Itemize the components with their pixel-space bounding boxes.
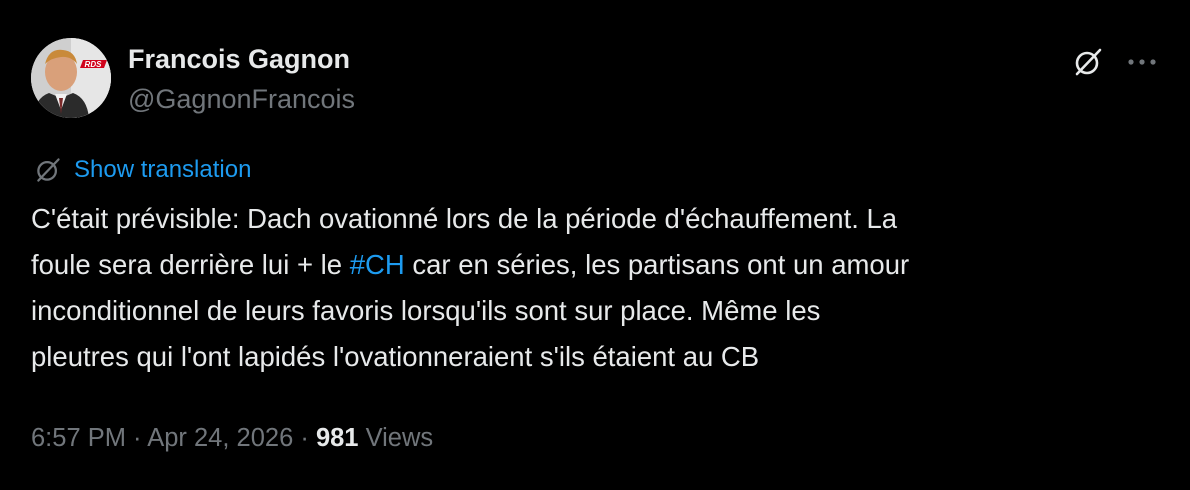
rds-logo: RDS xyxy=(80,60,107,69)
tweet-card: RDS Francois Gagnon @GagnonFrancois Show… xyxy=(0,0,1190,490)
tweet-text-line: inconditionnel de leurs favoris lorsqu'i… xyxy=(31,295,821,326)
tweet-date[interactable]: Apr 24, 2026 xyxy=(147,424,293,452)
avatar-image: RDS xyxy=(31,38,111,118)
meta-separator: · xyxy=(125,424,148,452)
views-count[interactable]: 981 xyxy=(316,424,359,452)
show-translation-label: Show translation xyxy=(74,156,252,183)
more-options-button[interactable] xyxy=(1122,44,1162,80)
svg-text:RDS: RDS xyxy=(85,60,103,69)
tweet-meta: 6:57 PM · Apr 24, 2026 · 981 Views xyxy=(31,420,433,456)
show-translation-link[interactable]: Show translation xyxy=(33,154,251,186)
views-label: Views xyxy=(358,424,434,452)
tweet-text: C'était prévisible: Dach ovationné lors … xyxy=(31,196,1161,380)
tweet-time[interactable]: 6:57 PM xyxy=(31,424,126,452)
tweet-text-line: foule sera derrière lui + le #CH car en … xyxy=(31,242,1161,288)
tweet-text-segment: car en séries, les partisans ont un amou… xyxy=(404,249,910,280)
grok-icon xyxy=(33,155,63,185)
author-handle[interactable]: @GagnonFrancois xyxy=(128,82,355,116)
grok-icon xyxy=(1075,48,1102,76)
tweet-text-line: pleutres qui l'ont lapidés l'ovationnera… xyxy=(31,341,760,372)
more-horizontal-icon xyxy=(1128,59,1156,65)
grok-button[interactable] xyxy=(1068,44,1108,80)
meta-separator: · xyxy=(293,424,316,452)
tweet-text-segment: foule sera derrière lui + le xyxy=(31,249,350,280)
author-display-name[interactable]: Francois Gagnon xyxy=(128,42,350,76)
avatar[interactable]: RDS xyxy=(31,38,111,118)
tweet-text-line: C'était prévisible: Dach ovationné lors … xyxy=(31,203,898,234)
hashtag-link[interactable]: #CH xyxy=(350,249,405,280)
